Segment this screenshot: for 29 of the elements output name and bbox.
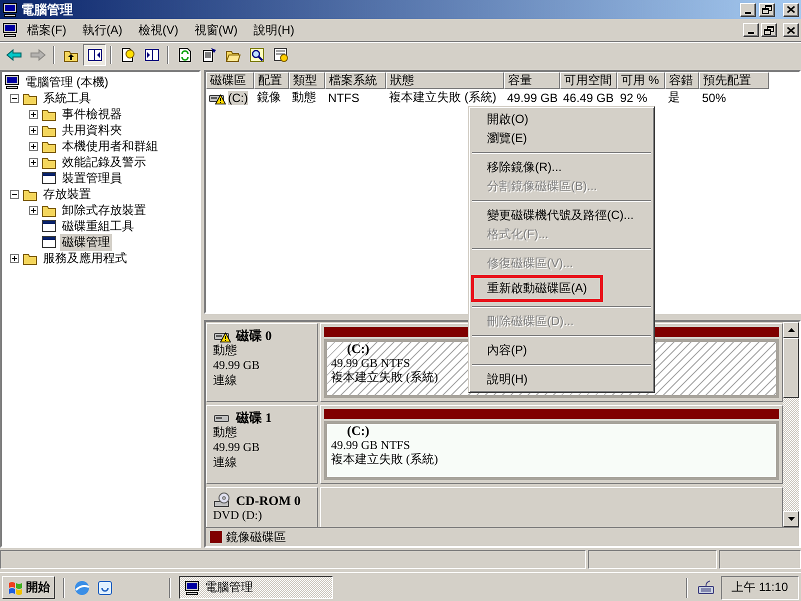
volume-label: (C:) <box>346 342 370 356</box>
volume-status: 複本建立失敗 (系統) <box>331 452 438 466</box>
table-cell: 動態 <box>292 89 316 106</box>
table-cell: 92 % <box>620 90 648 104</box>
disk-type: 動態 <box>213 425 238 440</box>
volume-size: 49.99 GB NTFS <box>331 438 410 452</box>
table-cell: 鏡像 <box>257 89 281 106</box>
legend-label: 鏡像磁碟區 <box>226 528 286 546</box>
volume-status: 複本建立失敗 (系統) <box>331 370 438 384</box>
disk-name: 磁碟 1 <box>236 410 272 425</box>
table-cell: 是 <box>668 89 680 106</box>
volume-size: 49.99 GB NTFS <box>331 356 410 370</box>
volume-label: (C:) <box>346 424 370 438</box>
disk-type: DVD (D:) <box>213 508 263 523</box>
table-cell: 複本建立失敗 (系統) <box>389 89 496 106</box>
disk-type: 動態 <box>213 343 238 358</box>
disk-name: CD-ROM 0 <box>236 492 301 508</box>
disk-name: 磁碟 0 <box>236 328 272 343</box>
clock: 上午 11:10 <box>720 576 799 600</box>
disk-size: 49.99 GB <box>213 358 261 373</box>
table-cell: NTFS <box>328 90 360 104</box>
table-cell: (C:) <box>228 90 248 104</box>
window-title: 電腦管理 <box>21 0 74 18</box>
table-cell: 49.99 GB <box>507 90 558 104</box>
disk-size: 49.99 GB <box>213 440 261 455</box>
table-cell: 50% <box>702 90 726 104</box>
disk-status: 連線 <box>213 373 238 388</box>
table-cell: 46.49 GB <box>563 90 614 104</box>
disk-status: 連線 <box>213 455 238 470</box>
